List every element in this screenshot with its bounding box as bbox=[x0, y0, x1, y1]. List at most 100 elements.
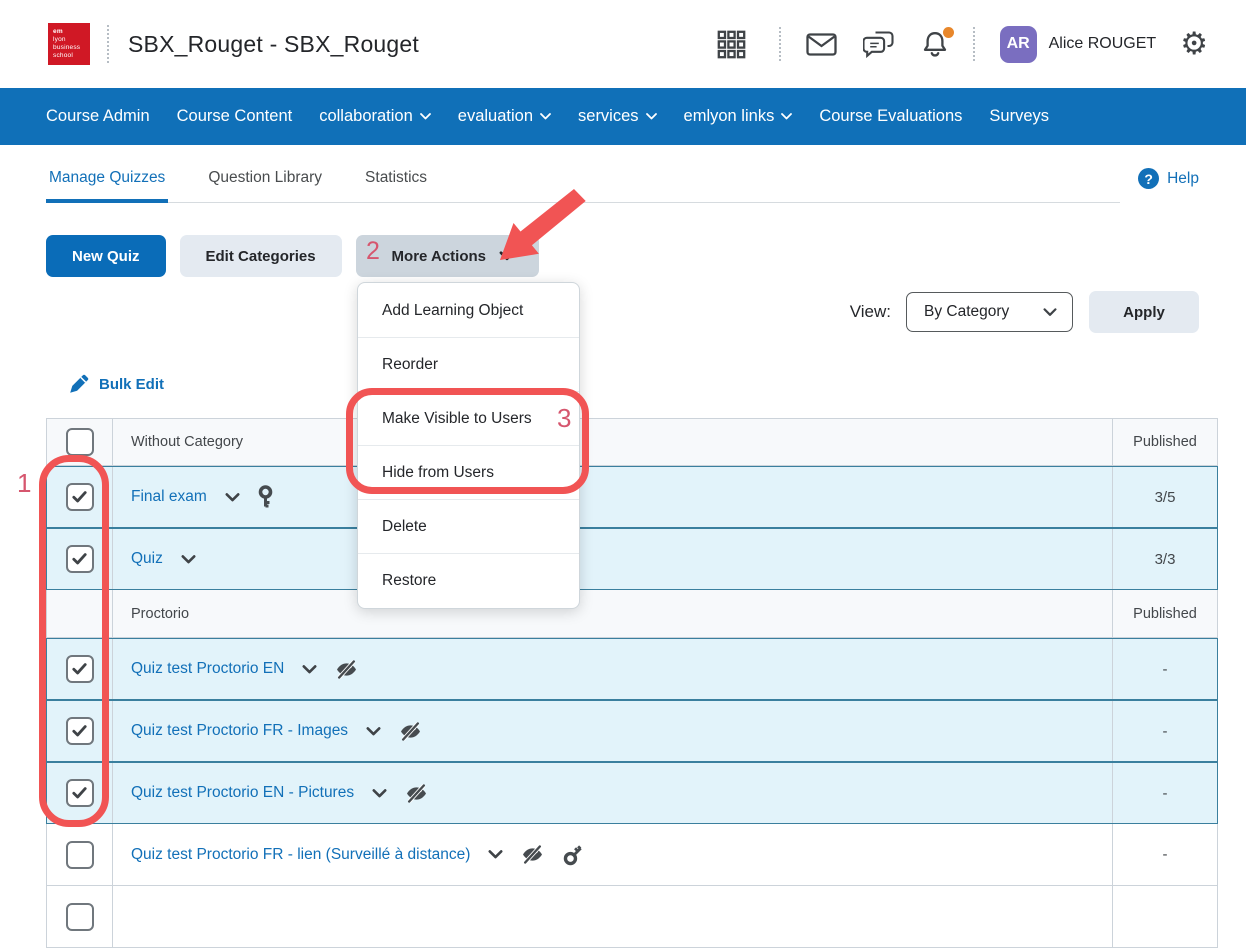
quiz-link-quiz-test-proctorio-en[interactable]: Quiz test Proctorio EN bbox=[131, 660, 284, 678]
published-value: - bbox=[1113, 639, 1217, 699]
help-icon: ? bbox=[1138, 168, 1159, 189]
pencil-icon bbox=[67, 373, 90, 396]
quiz-link-final-exam[interactable]: Final exam bbox=[131, 488, 207, 506]
chevron-down-icon bbox=[1043, 308, 1057, 317]
annotation-step-2-number: 2 bbox=[366, 239, 380, 264]
help-link[interactable]: ? Help bbox=[1138, 168, 1199, 189]
divider bbox=[779, 27, 781, 61]
table-row-partial bbox=[46, 886, 1218, 948]
quiz-toolbar: New Quiz Edit Categories More Actions bbox=[46, 235, 1246, 277]
nav-item-course-evaluations[interactable]: Course Evaluations bbox=[819, 107, 962, 126]
eye-off-icon bbox=[335, 660, 358, 679]
user-name: Alice ROUGET bbox=[1049, 35, 1157, 53]
new-quiz-button[interactable]: New Quiz bbox=[46, 235, 166, 277]
published-value: - bbox=[1113, 701, 1217, 761]
chat-icon[interactable] bbox=[863, 31, 894, 58]
annotation-step-1-number: 1 bbox=[17, 470, 31, 496]
view-controls: View: By Category Apply bbox=[0, 291, 1199, 333]
logo-text-line: school bbox=[53, 52, 90, 60]
help-label: Help bbox=[1167, 170, 1199, 188]
top-bar-actions: AR Alice ROUGET ⚙ bbox=[717, 26, 1208, 63]
notifications-bell-icon[interactable] bbox=[920, 30, 950, 59]
user-avatar[interactable]: AR bbox=[1000, 26, 1037, 63]
logo-text-line: em bbox=[53, 28, 90, 36]
eye-off-icon bbox=[405, 784, 428, 803]
table-row: Quiz test Proctorio EN - bbox=[46, 638, 1218, 700]
quiz-name-cell: Quiz test Proctorio FR - lien (Surveillé… bbox=[113, 824, 1113, 885]
chevron-down-icon[interactable] bbox=[372, 789, 387, 798]
notification-dot bbox=[943, 27, 954, 38]
category-label: Proctorio bbox=[131, 606, 189, 622]
logo-text-line: business bbox=[53, 44, 90, 52]
nav-item-services[interactable]: services bbox=[578, 107, 657, 126]
annotation-step-3-number: 3 bbox=[557, 405, 571, 431]
tab-statistics[interactable]: Statistics bbox=[362, 159, 430, 203]
table-row: Quiz test Proctorio FR - Images - bbox=[46, 700, 1218, 762]
published-column-header: Published bbox=[1113, 419, 1217, 465]
table-row: Quiz 3/3 bbox=[46, 528, 1218, 590]
published-value: 3/3 bbox=[1113, 529, 1217, 589]
table-category-row: ProctorioPublished bbox=[46, 590, 1218, 638]
menu-item-reorder[interactable]: Reorder bbox=[358, 337, 579, 391]
menu-item-restore[interactable]: Restore bbox=[358, 553, 579, 607]
mail-icon[interactable] bbox=[806, 33, 837, 56]
nav-item-evaluation[interactable]: evaluation bbox=[458, 107, 551, 126]
more-actions-label: More Actions bbox=[392, 248, 486, 265]
quiz-checkbox-quiz-test-proctorio-fr-lien-surveill-distance[interactable] bbox=[66, 841, 94, 869]
eye-off-icon bbox=[521, 845, 544, 864]
gear-icon[interactable]: ⚙ bbox=[1180, 29, 1208, 60]
category-cell: Proctorio bbox=[113, 590, 1113, 637]
table-row: Quiz test Proctorio EN - Pictures - bbox=[46, 762, 1218, 824]
quiz-name-cell: Quiz test Proctorio EN bbox=[113, 639, 1113, 699]
chevron-down-icon bbox=[781, 113, 792, 120]
eye-off-icon bbox=[399, 722, 422, 741]
quiz-link-quiz-test-proctorio-fr-lien-surveill-distance[interactable]: Quiz test Proctorio FR - lien (Surveillé… bbox=[131, 846, 470, 864]
quiz-name-cell bbox=[113, 886, 1113, 947]
quiz-link-quiz-test-proctorio-en-pictures[interactable]: Quiz test Proctorio EN - Pictures bbox=[131, 784, 354, 802]
nav-item-course-content[interactable]: Course Content bbox=[177, 107, 293, 126]
chevron-down-icon bbox=[420, 113, 431, 120]
chevron-down-icon bbox=[646, 113, 657, 120]
category-label: Without Category bbox=[131, 434, 243, 450]
quiz-link-quiz-test-proctorio-fr-images[interactable]: Quiz test Proctorio FR - Images bbox=[131, 722, 348, 740]
tab-question-library[interactable]: Question Library bbox=[205, 159, 325, 203]
published-value: - bbox=[1113, 824, 1217, 885]
tab-manage-quizzes[interactable]: Manage Quizzes bbox=[46, 159, 168, 203]
divider bbox=[973, 27, 975, 61]
table-category-row: Without Category Published bbox=[46, 418, 1218, 466]
menu-item-delete[interactable]: Delete bbox=[358, 499, 579, 553]
chevron-down-icon bbox=[540, 113, 551, 120]
published-value: 3/5 bbox=[1113, 467, 1217, 527]
nav-item-course-admin[interactable]: Course Admin bbox=[46, 107, 150, 126]
row-checkbox[interactable] bbox=[66, 903, 94, 931]
view-select[interactable]: By Category bbox=[906, 292, 1073, 332]
nav-item-surveys[interactable]: Surveys bbox=[989, 107, 1049, 126]
chevron-down-icon[interactable] bbox=[225, 493, 240, 502]
quiz-name-cell: Quiz test Proctorio EN - Pictures bbox=[113, 763, 1113, 823]
bulk-edit-link[interactable]: Bulk Edit bbox=[67, 373, 164, 396]
annotation-step-3-box bbox=[346, 388, 589, 494]
menu-item-add-learning-object[interactable]: Add Learning Object bbox=[358, 284, 579, 337]
published-value: - bbox=[1113, 763, 1217, 823]
emlyon-logo[interactable]: emlyonbusinessschool bbox=[48, 23, 90, 65]
checkbox-cell bbox=[47, 886, 113, 947]
nav-item-collaboration[interactable]: collaboration bbox=[319, 107, 431, 126]
table-row: Final exam 3/5 bbox=[46, 466, 1218, 528]
chevron-down-icon[interactable] bbox=[302, 665, 317, 674]
apply-button[interactable]: Apply bbox=[1089, 291, 1199, 333]
chevron-down-icon[interactable] bbox=[366, 727, 381, 736]
quiz-link-quiz[interactable]: Quiz bbox=[131, 550, 163, 568]
chevron-down-icon[interactable] bbox=[181, 555, 196, 564]
quiz-table: Without CategoryPublishedFinal exam3/5Qu… bbox=[46, 418, 1218, 948]
checkbox-cell bbox=[47, 824, 113, 885]
logo-text-line: lyon bbox=[53, 36, 90, 44]
tabs-row: Manage Quizzes Question Library Statistics… bbox=[0, 159, 1246, 203]
edit-categories-button[interactable]: Edit Categories bbox=[180, 235, 342, 277]
table-row: Quiz test Proctorio FR - lien (Surveillé… bbox=[46, 824, 1218, 886]
nav-item-emlyon-links[interactable]: emlyon links bbox=[684, 107, 793, 126]
quiz-name-cell: Quiz bbox=[113, 529, 1113, 589]
app-switcher-icon[interactable] bbox=[717, 30, 746, 59]
chevron-down-icon[interactable] bbox=[488, 850, 503, 859]
annotation-step-1-box bbox=[39, 455, 109, 827]
select-all-checkbox[interactable] bbox=[66, 428, 94, 456]
